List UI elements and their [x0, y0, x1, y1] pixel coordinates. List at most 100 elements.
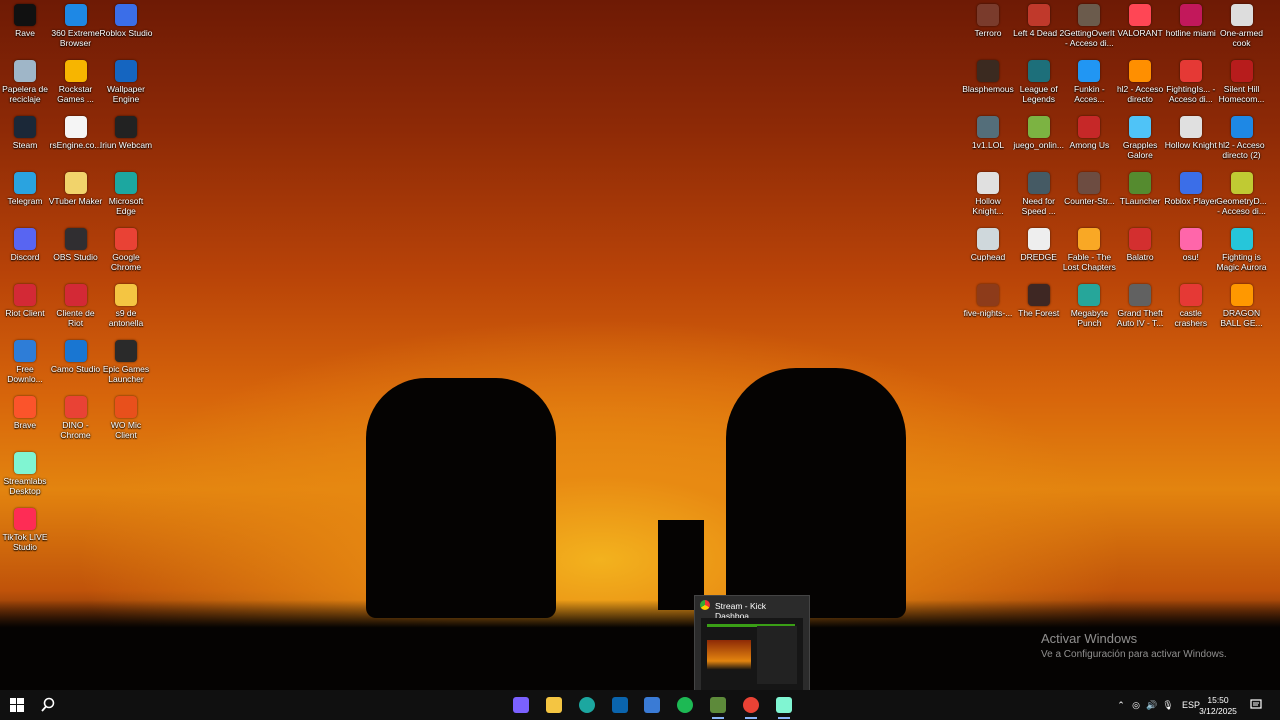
desktop-icon[interactable]: Streamlabs Desktop [0, 452, 51, 506]
lol-icon [1027, 60, 1050, 82]
desktop-icon[interactable]: Steam [0, 116, 51, 170]
clock[interactable]: 15:50 3/12/2025 [1198, 695, 1238, 717]
search-button[interactable] [33, 690, 63, 720]
desktop-icon-label: Cuphead [970, 252, 1006, 262]
desktop-icon[interactable]: Counter-Str... [1063, 172, 1115, 226]
speaker-icon[interactable]: 🔊 [1144, 700, 1160, 711]
microphone-icon[interactable]: 🎙 [1160, 700, 1176, 711]
desktop-icon[interactable]: Cuphead [962, 228, 1014, 282]
network-icon[interactable]: ◎ [1128, 700, 1144, 711]
desktop-icon-label: VTuber Maker [48, 196, 103, 206]
desktop-icon[interactable]: rsEngine.co... [50, 116, 102, 170]
desktop-icon[interactable]: Fighting is Magic Aurora [1216, 228, 1268, 282]
desktop-icon[interactable]: Hollow Knight... [962, 172, 1014, 226]
desktop-icon[interactable]: Blasphemous [962, 60, 1014, 114]
desktop-icon-label: One-armed cook [1220, 28, 1263, 48]
desktop-icon[interactable]: s9 de antonella [100, 284, 152, 338]
desktop-icon[interactable]: Hollow Knight [1165, 116, 1217, 170]
desktop-icon[interactable]: VALORANT [1114, 4, 1166, 58]
desktop-icon[interactable]: Left 4 Dead 2 [1013, 4, 1065, 58]
desktop-icon[interactable]: juego_onlin... [1013, 116, 1065, 170]
taskbar-app-button[interactable] [539, 690, 569, 720]
desktop-icon[interactable]: Funkin - Acces... [1063, 60, 1115, 114]
desktop-icon[interactable]: Microsoft Edge [100, 172, 152, 226]
desktop-icon-label: Left 4 Dead 2 [1013, 28, 1065, 38]
game-icon [1129, 228, 1152, 250]
desktop-icon[interactable]: Discord [0, 228, 51, 282]
thumbnail-chat-panel [757, 626, 797, 684]
desktop-icon[interactable]: Rave [0, 4, 51, 58]
desktop-icon[interactable]: Grand Theft Auto IV - T... [1114, 284, 1166, 338]
desktop-icon[interactable]: DRAGON BALL GE... [1216, 284, 1268, 338]
desktop-icon[interactable]: castle crashers [1165, 284, 1217, 338]
desktop-icon-label: WO Mic Client [110, 420, 142, 440]
desktop-icon[interactable]: 360 Extreme Browser [50, 4, 102, 58]
desktop-icon[interactable]: Iriun Webcam [100, 116, 152, 170]
start-button[interactable] [2, 690, 32, 720]
desktop-icon[interactable]: Among Us [1063, 116, 1115, 170]
desktop-icon[interactable]: Brave [0, 396, 51, 450]
desktop-icon[interactable]: GettingOverIt - Acceso di... [1063, 4, 1115, 58]
game-icon [1129, 116, 1152, 138]
desktop-icon[interactable]: Megabyte Punch [1063, 284, 1115, 338]
desktop-icon[interactable]: Rockstar Games ... [50, 60, 102, 114]
taskbar-app-button[interactable] [703, 690, 733, 720]
desktop-icon[interactable]: Telegram [0, 172, 51, 226]
desktop-icon[interactable]: Free Downlo... [0, 340, 51, 394]
desktop-icon[interactable]: Wallpaper Engine [100, 60, 152, 114]
desktop-icon[interactable]: Fable - The Lost Chapters [1063, 228, 1116, 282]
desktop-icon[interactable]: GeometryD... - Acceso di... [1216, 172, 1268, 226]
desktop-icon[interactable]: TikTok LIVE Studio [0, 508, 51, 562]
desktop-icon[interactable]: Cliente de Riot [50, 284, 102, 338]
chevron-up-icon[interactable]: ⌃ [1114, 700, 1128, 711]
taskbar-app-button[interactable] [506, 690, 536, 720]
desktop-icon[interactable]: Epic Games Launcher [100, 340, 152, 394]
desktop-icon[interactable]: DINO - Chrome [50, 396, 102, 450]
brave-icon [14, 396, 36, 418]
desktop-icon-label: DRAGON BALL GE... [1220, 308, 1263, 328]
game-icon [1078, 284, 1101, 306]
desktop-icon-label: Discord [10, 252, 40, 262]
desktop-icon[interactable]: Terroro [962, 4, 1014, 58]
desktop-icon[interactable]: One-armed cook [1216, 4, 1268, 58]
desktop-icon[interactable]: WO Mic Client [100, 396, 152, 450]
desktop-icon[interactable]: Grapples Galore [1114, 116, 1166, 170]
game-icon [1230, 116, 1253, 138]
taskbar-window-preview[interactable]: Stream - Kick Dashboa... [694, 595, 810, 695]
desktop-icon[interactable]: Google Chrome [100, 228, 152, 282]
desktop-icon[interactable]: Roblox Studio [100, 4, 152, 58]
desktop-icon[interactable]: hl2 - Acceso directo [1114, 60, 1166, 114]
taskbar-app-button[interactable] [605, 690, 635, 720]
preview-thumbnail[interactable] [701, 618, 803, 690]
desktop-icon-label: Roblox Player [1164, 196, 1218, 206]
iriun-icon [115, 116, 137, 138]
taskbar-app-button[interactable] [637, 690, 667, 720]
desktop-icon[interactable]: DREDGE [1013, 228, 1065, 282]
desktop-icon[interactable]: Need for Speed ... [1013, 172, 1065, 226]
taskbar-app-button[interactable] [670, 690, 700, 720]
desktop-icon[interactable]: Riot Client [0, 284, 51, 338]
desktop-icon[interactable]: 1v1.LOL [962, 116, 1014, 170]
desktop-icon[interactable]: The Forest [1013, 284, 1065, 338]
game-icon [1027, 116, 1050, 138]
desktop-icon[interactable]: League of Legends [1013, 60, 1065, 114]
desktop-icon-label: TLauncher [1119, 196, 1161, 206]
desktop-icon[interactable]: hl2 - Acceso directo (2) [1216, 116, 1268, 170]
taskbar-app-button[interactable] [572, 690, 602, 720]
desktop-icon[interactable]: Camo Studio [50, 340, 102, 394]
desktop-icon[interactable]: hotline miami [1165, 4, 1217, 58]
desktop-icon[interactable]: Papelera de reciclaje [0, 60, 51, 114]
desktop-icon[interactable]: Silent Hill Homecom... [1216, 60, 1268, 114]
taskbar-app-button[interactable] [769, 690, 799, 720]
desktop-icon[interactable]: five-nights-... [962, 284, 1014, 338]
desktop-icon[interactable]: osu! [1165, 228, 1217, 282]
desktop-icon[interactable]: TLauncher [1114, 172, 1166, 226]
desktop-icon[interactable]: FightingIs... - Acceso di... [1165, 60, 1217, 114]
desktop-icon[interactable]: Balatro [1114, 228, 1166, 282]
notifications-button[interactable] [1250, 690, 1262, 720]
desktop-icon[interactable]: OBS Studio [50, 228, 102, 282]
desktop-icon[interactable]: Roblox Player [1164, 172, 1218, 226]
desktop-icon-label: League of Legends [1019, 84, 1058, 104]
taskbar-app-button[interactable] [736, 690, 766, 720]
desktop-icon[interactable]: VTuber Maker [48, 172, 103, 226]
